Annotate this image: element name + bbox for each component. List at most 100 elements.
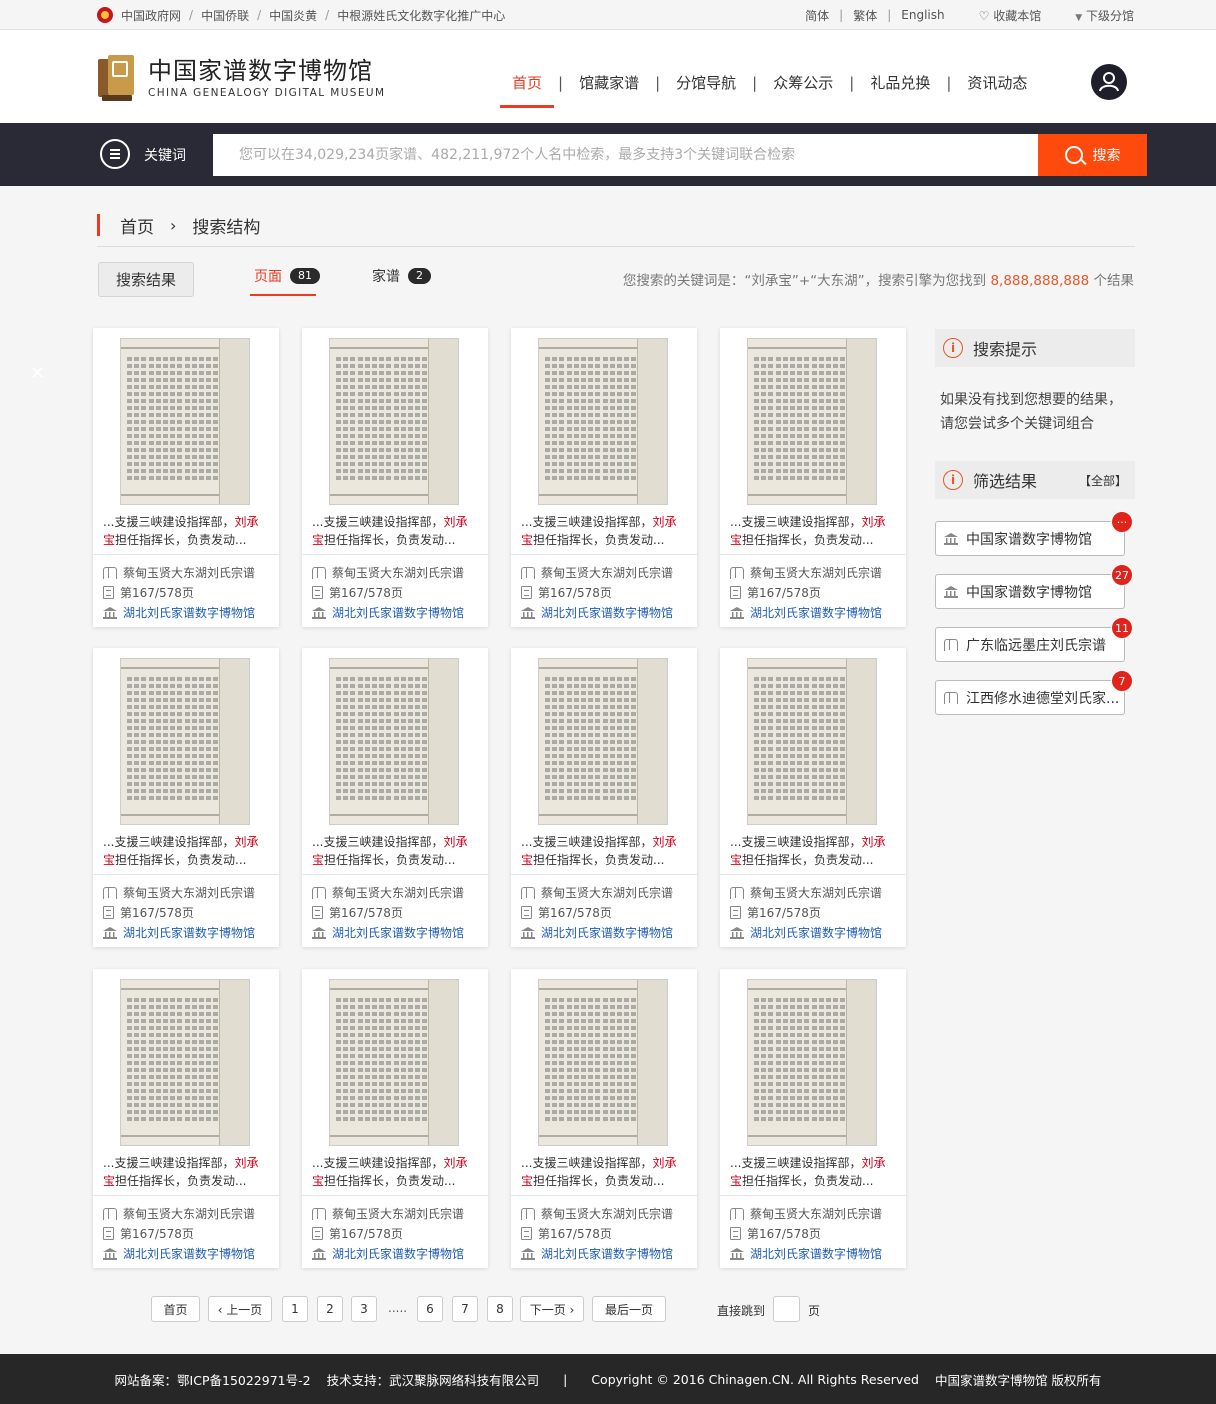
page-thumbnail[interactable] [120, 658, 250, 825]
keyword-label[interactable]: 关键词 [144, 145, 186, 165]
search-button[interactable]: 搜索 [1038, 134, 1147, 176]
snippet-text: 担任指挥长，负责发动... [742, 853, 874, 867]
menu-icon[interactable] [100, 139, 130, 169]
tab-pages[interactable]: 页面 81 [254, 266, 320, 286]
card-museum-link[interactable]: 湖北刘氏家谱数字博物馆 [103, 604, 255, 621]
next-page-button[interactable]: 下一页 › [520, 1296, 584, 1322]
result-card[interactable]: ...支援三峡建设指挥部，刘承 宝担任指挥长，负责发动... 蔡甸玉贤大东湖刘氏宗… [302, 969, 488, 1268]
card-book-title[interactable]: 蔡甸玉贤大东湖刘氏宗谱 [521, 1205, 673, 1222]
filter-item[interactable]: 广东临远墨庄刘氏宗谱 11 [935, 617, 1133, 662]
card-book-title[interactable]: 蔡甸玉贤大东湖刘氏宗谱 [312, 564, 464, 581]
lang-traditional[interactable]: 繁体 [853, 7, 877, 24]
page-thumbnail[interactable] [538, 979, 668, 1146]
card-book-title[interactable]: 蔡甸玉贤大东湖刘氏宗谱 [103, 884, 255, 901]
result-card[interactable]: ...支援三峡建设指挥部，刘承 宝担任指挥长，负责发动... 蔡甸玉贤大东湖刘氏宗… [93, 648, 279, 947]
page-thumbnail[interactable] [538, 658, 668, 825]
card-book-title[interactable]: 蔡甸玉贤大东湖刘氏宗谱 [521, 564, 673, 581]
card-museum-link[interactable]: 湖北刘氏家谱数字博物馆 [103, 1245, 255, 1262]
search-input[interactable] [213, 134, 1038, 176]
page-thumbnail[interactable] [329, 979, 459, 1146]
result-card[interactable]: ...支援三峡建设指挥部，刘承 宝担任指挥长，负责发动... 蔡甸玉贤大东湖刘氏宗… [302, 328, 488, 627]
page-thumbnail[interactable] [747, 658, 877, 825]
card-museum-link[interactable]: 湖北刘氏家谱数字博物馆 [521, 924, 673, 941]
result-card[interactable]: ...支援三峡建设指挥部，刘承 宝担任指挥长，负责发动... 蔡甸玉贤大东湖刘氏宗… [302, 648, 488, 947]
page-button-6[interactable]: 6 [417, 1296, 443, 1322]
nav-gifts[interactable]: 礼品兑换 [858, 72, 942, 94]
tab-genealogies[interactable]: 家谱 2 [372, 266, 431, 286]
filter-item[interactable]: 江西修水迪德堂刘氏家... 7 [935, 670, 1133, 715]
filter-item-label: 广东临远墨庄刘氏宗谱 [966, 637, 1106, 654]
card-museum-link[interactable]: 湖北刘氏家谱数字博物馆 [312, 924, 464, 941]
page-thumbnail[interactable] [120, 338, 250, 505]
filter-item[interactable]: 中国家谱数字博物馆 27 [935, 564, 1133, 609]
card-museum-link[interactable]: 湖北刘氏家谱数字博物馆 [312, 604, 464, 621]
prev-page-button[interactable]: ‹ 上一页 [208, 1296, 272, 1322]
page-thumbnail[interactable] [747, 979, 877, 1146]
snippet-text: 担任指挥长，负责发动... [742, 1174, 874, 1188]
result-card[interactable]: ...支援三峡建设指挥部，刘承 宝担任指挥长，负责发动... 蔡甸玉贤大东湖刘氏宗… [511, 969, 697, 1268]
link-gov[interactable]: 中国政府网 [121, 7, 181, 24]
nav-home[interactable]: 首页 [500, 72, 555, 108]
nav-collection[interactable]: 馆藏家谱 [567, 72, 651, 94]
card-museum-link[interactable]: 湖北刘氏家谱数字博物馆 [730, 604, 882, 621]
site-logo[interactable]: 中国家谱数字博物馆 CHINA GENEALOGY DIGITAL MUSEUM [96, 55, 385, 101]
page-thumbnail[interactable] [120, 979, 250, 1146]
result-card[interactable]: ...支援三峡建设指挥部，刘承 宝担任指挥长，负责发动... 蔡甸玉贤大东湖刘氏宗… [720, 648, 906, 947]
link-yanhuang[interactable]: 中国炎黄 [269, 7, 317, 24]
card-book-title[interactable]: 蔡甸玉贤大东湖刘氏宗谱 [103, 564, 255, 581]
breadcrumb-home[interactable]: 首页 [120, 213, 154, 238]
link-root-center[interactable]: 中根源姓氏文化数字化推广中心 [337, 7, 505, 24]
text-column [595, 998, 601, 1123]
text-column [213, 357, 219, 482]
result-card[interactable]: ...支援三峡建设指挥部，刘承 宝担任指挥长，负责发动... 蔡甸玉贤大东湖刘氏宗… [511, 328, 697, 627]
card-museum-link[interactable]: 湖北刘氏家谱数字博物馆 [730, 924, 882, 941]
card-book-title[interactable]: 蔡甸玉贤大东湖刘氏宗谱 [103, 1205, 255, 1222]
lang-simplified[interactable]: 简体 [805, 7, 829, 24]
text-column [206, 677, 212, 802]
card-book-title[interactable]: 蔡甸玉贤大东湖刘氏宗谱 [730, 1205, 882, 1222]
link-overseas-federation[interactable]: 中国侨联 [201, 7, 249, 24]
card-book-title[interactable]: 蔡甸玉贤大东湖刘氏宗谱 [730, 564, 882, 581]
nav-crowdfunding[interactable]: 众筹公示 [761, 72, 845, 94]
result-card[interactable]: ...支援三峡建设指挥部，刘承 宝担任指挥长，负责发动... 蔡甸玉贤大东湖刘氏宗… [93, 969, 279, 1268]
page-button-3[interactable]: 3 [351, 1296, 377, 1322]
filter-all-link[interactable]: 【全部】 [1079, 472, 1127, 489]
first-page-button[interactable]: 首页 [151, 1296, 200, 1322]
sub-branch-dropdown[interactable]: ▼ 下级分馆 [1075, 7, 1134, 24]
card-museum-link[interactable]: 湖北刘氏家谱数字博物馆 [521, 604, 673, 621]
card-museum-link[interactable]: 湖北刘氏家谱数字博物馆 [521, 1245, 673, 1262]
result-card[interactable]: ...支援三峡建设指挥部，刘承 宝担任指挥长，负责发动... 蔡甸玉贤大东湖刘氏宗… [720, 969, 906, 1268]
jump-page-input[interactable] [773, 1296, 800, 1322]
text-column [206, 998, 212, 1123]
search-results-button[interactable]: 搜索结果 [98, 262, 194, 297]
page-number-text: 第167/578页 [747, 586, 821, 600]
card-museum-link[interactable]: 湖北刘氏家谱数字博物馆 [730, 1245, 882, 1262]
card-book-title[interactable]: 蔡甸玉贤大东湖刘氏宗谱 [312, 1205, 464, 1222]
page-button-7[interactable]: 7 [452, 1296, 478, 1322]
lang-english[interactable]: English [901, 8, 944, 22]
card-book-title[interactable]: 蔡甸玉贤大东湖刘氏宗谱 [730, 884, 882, 901]
card-museum-link[interactable]: 湖北刘氏家谱数字博物馆 [312, 1245, 464, 1262]
text-column [400, 357, 406, 482]
page-thumbnail[interactable] [747, 338, 877, 505]
nav-news[interactable]: 资讯动态 [955, 72, 1039, 94]
card-book-title[interactable]: 蔡甸玉贤大东湖刘氏宗谱 [312, 884, 464, 901]
user-avatar[interactable] [1091, 64, 1127, 100]
page-button-1[interactable]: 1 [282, 1296, 308, 1322]
card-book-title[interactable]: 蔡甸玉贤大东湖刘氏宗谱 [521, 884, 673, 901]
result-card[interactable]: ...支援三峡建设指挥部，刘承 宝担任指挥长，负责发动... 蔡甸玉贤大东湖刘氏宗… [511, 648, 697, 947]
page-button-2[interactable]: 2 [317, 1296, 343, 1322]
result-card[interactable]: ...支援三峡建设指挥部，刘承 宝担任指挥长，负责发动... 蔡甸玉贤大东湖刘氏宗… [93, 328, 279, 627]
nav-branches[interactable]: 分馆导航 [664, 72, 748, 94]
filter-item[interactable]: 中国家谱数字博物馆 ··· [935, 511, 1133, 556]
result-card[interactable]: ...支援三峡建设指挥部，刘承 宝担任指挥长，负责发动... 蔡甸玉贤大东湖刘氏宗… [720, 328, 906, 627]
card-museum-link[interactable]: 湖北刘氏家谱数字博物馆 [103, 924, 255, 941]
close-icon[interactable]: ✕ [30, 363, 45, 384]
page-thumbnail[interactable] [329, 658, 459, 825]
tab-pages-label: 页面 [254, 269, 282, 285]
page-thumbnail[interactable] [329, 338, 459, 505]
last-page-button[interactable]: 最后一页 [592, 1296, 666, 1322]
page-thumbnail[interactable] [538, 338, 668, 505]
page-button-8[interactable]: 8 [487, 1296, 513, 1322]
favorite-link[interactable]: ♡ 收藏本馆 [979, 7, 1042, 24]
